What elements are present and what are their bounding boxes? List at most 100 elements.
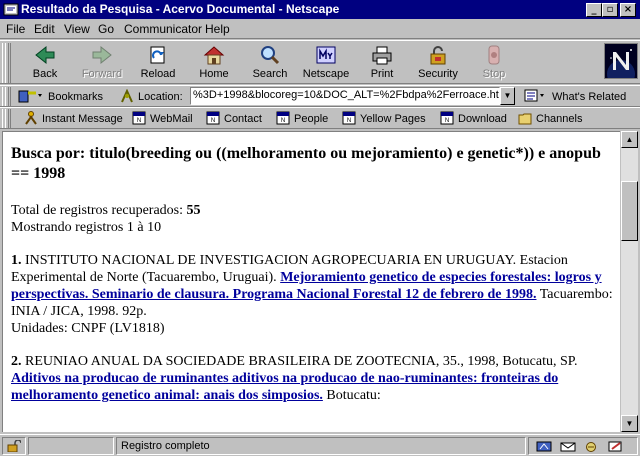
search-button[interactable]: Search xyxy=(242,43,298,83)
query-text: titulo(breeding ou ((melhoramento ou mej… xyxy=(11,145,601,182)
toolbar-grip[interactable] xyxy=(2,109,11,128)
maximize-button[interactable]: ▫ xyxy=(602,3,618,17)
result-record: 1. INSTITUTO NACIONAL DE INVESTIGACION A… xyxy=(11,252,617,337)
netscape-label: Netscape xyxy=(302,68,350,80)
record-units: Unidades: CNPF (LV1818) xyxy=(11,321,165,336)
scroll-up-button[interactable]: ▲ xyxy=(621,131,638,148)
title-bar[interactable]: Resultado da Pesquisa - Acervo Documenta… xyxy=(0,0,640,19)
instant-message-label: Instant Message xyxy=(42,113,123,125)
menu-file[interactable]: File xyxy=(6,22,25,36)
instant-message-icon xyxy=(25,111,37,125)
location-label-text: Location: xyxy=(138,91,183,103)
status-bar: Registro completo xyxy=(0,434,640,456)
toolbar-grip[interactable] xyxy=(2,87,11,106)
contact-label: Contact xyxy=(224,113,262,125)
reload-label: Reload xyxy=(140,68,176,80)
unlocked-padlock-icon xyxy=(7,439,22,453)
download-button[interactable]: N Download xyxy=(440,111,507,125)
back-button[interactable]: Back xyxy=(17,43,73,83)
query-prefix: Busca por: xyxy=(11,145,90,162)
channels-label: Channels xyxy=(536,113,583,125)
security-label: Security xyxy=(418,68,458,80)
total-value: 55 xyxy=(186,203,201,218)
result-record: 2. REUNIAO ANUAL DA SOCIEDADE BRASILEIRA… xyxy=(11,353,617,404)
netscape-logo[interactable] xyxy=(604,43,638,88)
security-button[interactable]: Security xyxy=(410,43,466,83)
svg-text:N: N xyxy=(281,118,285,124)
forward-button[interactable]: Forward xyxy=(74,43,130,83)
progress-panel xyxy=(28,437,114,455)
yellow-pages-button[interactable]: N Yellow Pages xyxy=(342,111,426,125)
printer-icon xyxy=(372,46,392,65)
bookmarks-label: Bookmarks xyxy=(48,91,104,103)
total-label: Total de registros recuperados: xyxy=(11,203,187,218)
results-summary: Total de registros recuperados: 55 Mostr… xyxy=(11,202,617,236)
stop-label: Stop xyxy=(482,68,506,80)
webmail-button[interactable]: N WebMail xyxy=(132,111,193,125)
record-number: 2. xyxy=(11,354,22,369)
home-label: Home xyxy=(199,68,229,80)
location-label: Location: xyxy=(120,89,183,103)
svg-text:N: N xyxy=(445,118,449,124)
newsgroup-icon xyxy=(586,442,596,452)
page-proxy-icon[interactable] xyxy=(120,89,134,103)
mail-icon xyxy=(560,442,576,452)
print-label: Print xyxy=(370,68,394,80)
forward-arrow-icon xyxy=(92,45,112,65)
print-button[interactable]: Print xyxy=(354,43,410,83)
download-label: Download xyxy=(458,113,507,125)
url-input[interactable]: %3D+1998&blocoreg=10&DOC_ALT=%2Fbdpa%2Fe… xyxy=(190,87,500,105)
bookmark-page-icon: N xyxy=(440,111,454,125)
whats-related-icon xyxy=(524,89,544,102)
scroll-down-button[interactable]: ▼ xyxy=(621,415,638,432)
search-label: Search xyxy=(252,68,288,80)
netscape-app-icon xyxy=(3,3,19,16)
instant-message-button[interactable]: Instant Message xyxy=(24,111,123,125)
netscape-button[interactable]: Netscape xyxy=(298,43,354,83)
window-title: Resultado da Pesquisa - Acervo Documenta… xyxy=(21,2,340,16)
stop-icon xyxy=(488,45,500,65)
bookmarks-button[interactable]: Bookmarks xyxy=(18,89,103,103)
home-button[interactable]: Home xyxy=(186,43,242,83)
scroll-thumb[interactable] xyxy=(621,181,638,241)
bookmark-page-icon: N xyxy=(342,111,356,125)
page-content[interactable]: Busca por: titulo(breeding ou ((melhoram… xyxy=(2,131,620,432)
whats-related-button[interactable]: What's Related xyxy=(524,89,626,103)
people-label: People xyxy=(294,113,329,125)
webmail-label: WebMail xyxy=(150,113,193,125)
record-author: REUNIAO ANUAL DA SOCIEDADE BRASILEIRA DE… xyxy=(25,354,578,369)
reload-button[interactable]: Reload xyxy=(130,43,186,83)
search-icon xyxy=(261,46,280,65)
record-number: 1. xyxy=(11,253,22,268)
vertical-scrollbar[interactable]: ▲ ▼ xyxy=(621,131,638,432)
yellow-pages-label: Yellow Pages xyxy=(360,113,426,125)
navigation-toolbar: Back Forward Reload Home Search Netscape… xyxy=(0,40,640,84)
search-query-heading: Busca por: titulo(breeding ou ((melhoram… xyxy=(11,144,617,184)
showing-range: Mostrando registros 1 à 10 xyxy=(11,220,162,235)
navigator-icon xyxy=(536,441,552,452)
url-dropdown-button[interactable]: ▼ xyxy=(500,87,515,105)
browser-window: Resultado da Pesquisa - Acervo Documenta… xyxy=(0,0,640,456)
reload-icon xyxy=(150,46,165,64)
contact-button[interactable]: N Contact xyxy=(206,111,262,125)
home-icon xyxy=(203,46,225,65)
security-status[interactable] xyxy=(2,437,26,455)
stop-button[interactable]: Stop xyxy=(466,43,522,83)
menu-edit[interactable]: Edit xyxy=(34,22,55,36)
minimize-button[interactable]: _ xyxy=(586,3,602,17)
menu-communicator[interactable]: Communicator xyxy=(124,22,202,36)
record-title-link[interactable]: Aditivos na producao de ruminantes aditi… xyxy=(11,371,558,403)
forward-label: Forward xyxy=(81,68,123,80)
bookmark-page-icon: N xyxy=(276,111,290,125)
menu-go[interactable]: Go xyxy=(98,22,114,36)
channels-folder-icon xyxy=(518,113,532,125)
channels-button[interactable]: Channels xyxy=(518,111,582,125)
menu-help[interactable]: Help xyxy=(205,22,230,36)
close-button[interactable]: × xyxy=(620,3,636,17)
toolbar-grip[interactable] xyxy=(2,43,11,83)
menu-view[interactable]: View xyxy=(64,22,90,36)
people-button[interactable]: N People xyxy=(276,111,328,125)
composer-icon xyxy=(608,441,622,452)
back-arrow-icon xyxy=(35,45,55,65)
bookmark-page-icon: N xyxy=(206,111,220,125)
